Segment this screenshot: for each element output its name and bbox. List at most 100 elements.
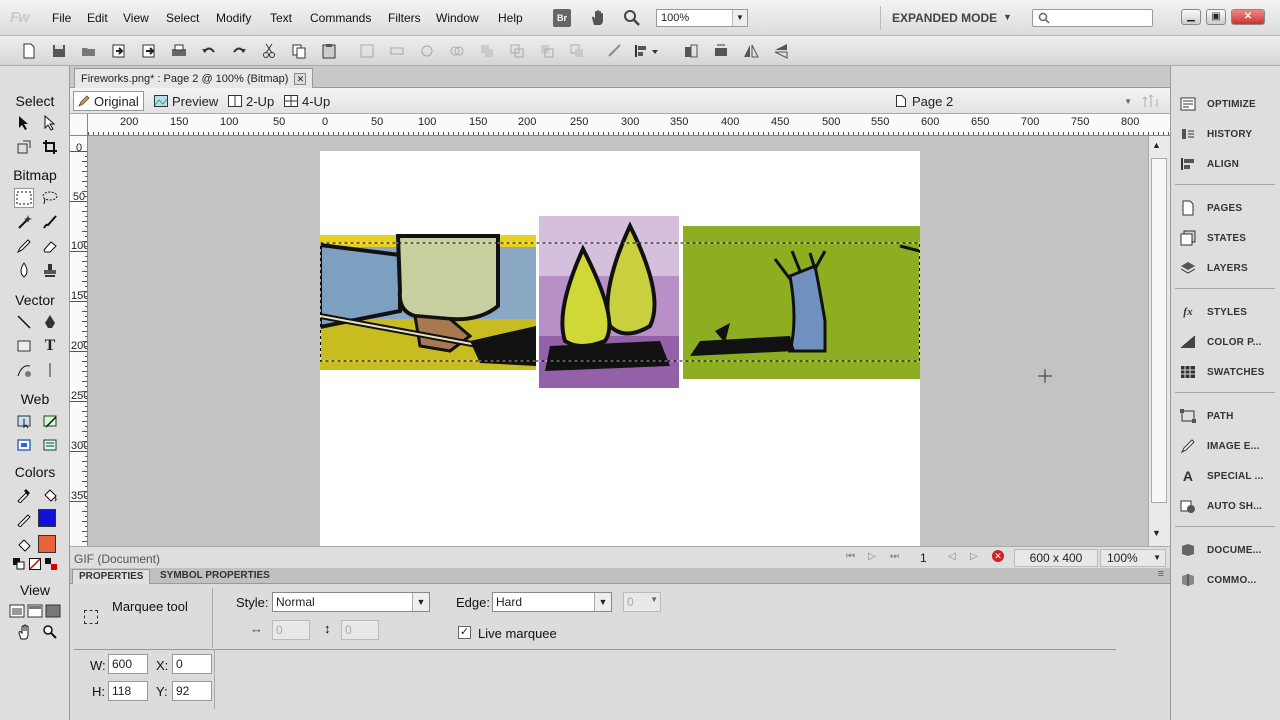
panel-align[interactable]: ALIGN (1179, 152, 1239, 176)
flip-horizontal-icon[interactable] (742, 42, 760, 60)
panel-states[interactable]: STATES (1179, 226, 1246, 250)
view-4up-button[interactable]: 4-Up (280, 91, 334, 111)
rotate-right-icon[interactable] (712, 42, 730, 60)
arrange-icon[interactable] (606, 42, 624, 60)
freeform-tool-icon[interactable] (14, 360, 34, 380)
canvas-size[interactable]: 600 x 400 (1014, 549, 1098, 567)
intersect-icon[interactable] (508, 42, 526, 60)
align-dropdown[interactable] (632, 42, 662, 60)
panel-image-editing[interactable]: IMAGE E... (1179, 434, 1260, 458)
panel-common-library[interactable]: COMMO... (1179, 568, 1256, 592)
hand-tool-icon[interactable] (14, 622, 34, 642)
full-screen-menus-icon[interactable] (26, 601, 44, 621)
split-icon[interactable] (448, 42, 466, 60)
blur-tool-icon[interactable] (14, 260, 34, 280)
new-icon[interactable] (20, 42, 38, 60)
pen-tool-icon[interactable] (40, 312, 60, 332)
live-marquee-checkbox[interactable]: ✓ (458, 626, 471, 639)
show-slices-icon[interactable] (40, 435, 60, 455)
crop-icon[interactable] (568, 42, 586, 60)
edge-select[interactable]: Hard ▼ (492, 592, 612, 612)
open-icon[interactable] (80, 42, 98, 60)
vertical-scrollbar[interactable]: ▲ ▼ (1148, 136, 1170, 546)
undo-icon[interactable] (200, 42, 218, 60)
panel-styles[interactable]: fx STYLES (1179, 300, 1247, 324)
minimize-button[interactable]: ▁ (1181, 9, 1201, 25)
scrollbar-thumb[interactable] (1151, 158, 1167, 503)
view-preview-button[interactable]: Preview (150, 91, 222, 111)
document-canvas[interactable] (320, 151, 920, 546)
eyedropper-tool-icon[interactable] (14, 485, 34, 505)
stroke-color-icon[interactable] (14, 509, 34, 529)
scroll-up-icon[interactable]: ▲ (1152, 140, 1161, 150)
swap-colors-icon[interactable] (44, 558, 58, 570)
hotspot-tool-icon[interactable] (14, 411, 34, 431)
stroke-color-swatch[interactable] (38, 509, 56, 527)
magic-wand-tool-icon[interactable] (14, 212, 34, 232)
menu-window[interactable]: Window (436, 11, 479, 25)
panel-auto-shapes[interactable]: AUTO SH... (1179, 494, 1262, 518)
default-colors-icon[interactable] (12, 558, 26, 570)
export-icon[interactable] (140, 42, 158, 60)
maximize-button[interactable]: ▣ (1206, 9, 1226, 25)
tab-properties[interactable]: PROPERTIES (72, 569, 151, 584)
document-tab[interactable]: Fireworks.png* : Page 2 @ 100% (Bitmap) … (74, 68, 314, 88)
search-input[interactable] (1032, 9, 1153, 27)
subselection-tool-icon[interactable] (40, 113, 60, 133)
panel-swatches[interactable]: SWATCHES (1179, 360, 1265, 384)
panel-layers[interactable]: LAYERS (1179, 256, 1248, 280)
print-icon[interactable] (170, 42, 188, 60)
status-zoom[interactable]: 100% ▼ (1100, 549, 1166, 567)
panel-pages[interactable]: PAGES (1179, 196, 1242, 220)
tab-symbol-properties[interactable]: SYMBOL PROPERTIES (154, 569, 276, 584)
zoom-tool-icon[interactable] (40, 622, 60, 642)
fill-color-icon[interactable] (14, 535, 34, 555)
zoom-icon[interactable] (622, 9, 642, 27)
page-options-icon[interactable] (1142, 93, 1162, 109)
view-2up-button[interactable]: 2-Up (224, 91, 278, 111)
marquee-tool-icon[interactable] (14, 188, 34, 208)
view-original-button[interactable]: Original (73, 91, 144, 111)
rotate-left-icon[interactable] (682, 42, 700, 60)
menu-edit[interactable]: Edit (87, 11, 108, 25)
crop-tool-icon[interactable] (40, 137, 60, 157)
menu-view[interactable]: View (123, 11, 149, 25)
panel-menu-icon[interactable]: ≡ (1158, 568, 1164, 580)
panel-color-palette[interactable]: COLOR P... (1179, 330, 1262, 354)
menu-commands[interactable]: Commands (310, 11, 371, 25)
canvas-area[interactable] (88, 136, 1148, 546)
last-frame-icon[interactable]: ⏭ (890, 551, 899, 562)
flip-vertical-icon[interactable] (772, 42, 790, 60)
panel-special-characters[interactable]: A SPECIAL ... (1179, 464, 1263, 488)
zoom-select[interactable]: 100% ▼ (656, 9, 748, 27)
lasso-tool-icon[interactable] (40, 188, 60, 208)
panel-optimize[interactable]: OPTIMIZE (1179, 92, 1256, 116)
scale-tool-icon[interactable] (14, 137, 34, 157)
pointer-tool-icon[interactable] (14, 113, 34, 133)
group-icon[interactable] (358, 42, 376, 60)
text-tool-icon[interactable]: T (40, 336, 60, 356)
style-select[interactable]: Normal ▼ (272, 592, 430, 612)
panel-history[interactable]: HISTORY (1179, 122, 1252, 146)
full-screen-icon[interactable] (44, 601, 62, 621)
paint-bucket-tool-icon[interactable] (40, 485, 60, 505)
menu-help[interactable]: Help (498, 11, 523, 25)
fixed-height-input[interactable]: 0 (341, 620, 379, 640)
join-icon[interactable] (418, 42, 436, 60)
height-input[interactable]: 118 (108, 681, 148, 701)
brush-tool-icon[interactable] (40, 212, 60, 232)
panel-document-library[interactable]: DOCUME... (1179, 538, 1262, 562)
no-stroke-icon[interactable] (28, 558, 42, 570)
rubber-stamp-tool-icon[interactable] (40, 260, 60, 280)
standard-screen-icon[interactable] (8, 601, 26, 621)
close-icon[interactable]: ✕ (294, 72, 307, 85)
bridge-icon[interactable]: Br (553, 9, 571, 27)
eraser-tool-icon[interactable] (40, 236, 60, 256)
menu-modify[interactable]: Modify (216, 11, 251, 25)
copy-icon[interactable] (290, 42, 308, 60)
rectangle-tool-icon[interactable] (14, 336, 34, 356)
redo-icon[interactable] (230, 42, 248, 60)
prev-frame-icon[interactable]: ◁ (948, 551, 956, 562)
ungroup-icon[interactable] (388, 42, 406, 60)
chevron-down-icon[interactable]: ▼ (1003, 12, 1012, 22)
